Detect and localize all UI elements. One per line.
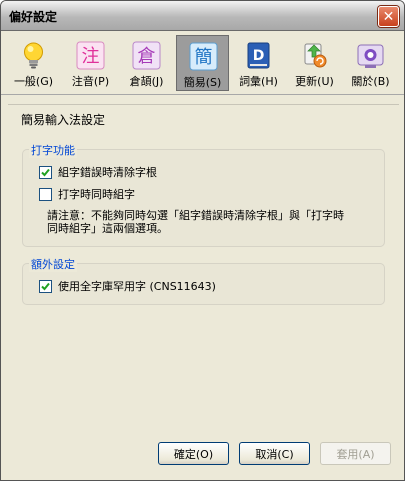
panel-divider <box>8 104 399 105</box>
window-title: 偏好設定 <box>9 10 58 24</box>
clear-radicals-option[interactable]: 組字錯誤時清除字根 <box>39 164 157 180</box>
tab-simplex[interactable]: 簡 簡易(S) <box>176 35 229 91</box>
clear-radicals-label: 組字錯誤時清除字根 <box>58 166 157 179</box>
tab-toolbar: 一般(G) 注 注音(P) 倉 倉頡(J) 簡 簡易(S) D 詞彙(H) 更新… <box>1 32 404 95</box>
tab-general[interactable]: 一般(G) <box>7 35 60 91</box>
cns11643-label: 使用全字庫罕用字 (CNS11643) <box>58 280 216 293</box>
tab-zhuyin-label: 注音(P) <box>71 75 110 88</box>
compose-while-typing-label: 打字時同時組字 <box>58 188 135 201</box>
tab-cangjie[interactable]: 倉 倉頡(J) <box>120 35 173 91</box>
svg-text:注: 注 <box>82 46 100 67</box>
tab-general-label: 一般(G) <box>13 75 54 88</box>
svg-text:倉: 倉 <box>138 46 156 67</box>
tab-about[interactable]: 關於(B) <box>344 35 397 91</box>
lightbulb-icon <box>24 42 43 69</box>
warning-note-line2: 同時組字」這兩個選項。 <box>47 222 168 235</box>
settings-panel: 簡易輸入法設定 打字功能 組字錯誤時清除字根 打字時同時組字 請注意：不能夠同時… <box>8 101 399 475</box>
checkmark-icon <box>41 282 50 290</box>
cancel-button[interactable]: 取消(C) <box>239 442 310 465</box>
typing-function-group: 打字功能 組字錯誤時清除字根 打字時同時組字 請注意：不能夠同時勾選「組字錯誤時… <box>22 142 385 247</box>
checkmark-icon <box>41 168 50 176</box>
simplex-icon: 簡 <box>189 42 218 71</box>
about-icon <box>357 44 384 68</box>
tab-about-label: 關於(B) <box>351 75 390 88</box>
typing-function-group-label: 打字功能 <box>29 142 77 158</box>
panel-heading: 簡易輸入法設定 <box>21 113 106 127</box>
preferences-window: 偏好設定 ✕ 一般(G) 注 注音(P) 倉 倉頡(J) 簡 簡易(S) D 詞… <box>0 0 405 481</box>
close-button[interactable]: ✕ <box>378 6 399 27</box>
cns11643-option[interactable]: 使用全字庫罕用字 (CNS11643) <box>39 278 216 294</box>
dictionary-icon: D <box>247 42 270 69</box>
extra-settings-group: 額外設定 使用全字庫罕用字 (CNS11643) <box>22 256 385 305</box>
tab-simplex-label: 簡易(S) <box>183 76 222 89</box>
tab-update[interactable]: 更新(U) <box>288 35 341 91</box>
close-icon: ✕ <box>382 8 395 25</box>
svg-text:簡: 簡 <box>195 47 213 68</box>
update-icon <box>304 43 327 68</box>
cangjie-icon: 倉 <box>132 41 161 70</box>
compose-while-typing-checkbox[interactable] <box>39 187 52 201</box>
cns11643-checkbox[interactable] <box>39 279 52 293</box>
tab-dictionary-label: 詞彙(H) <box>239 75 278 88</box>
tab-update-label: 更新(U) <box>295 75 334 88</box>
tab-zhuyin[interactable]: 注 注音(P) <box>64 35 117 91</box>
warning-note: 請注意：不能夠同時勾選「組字錯誤時清除字根」與「打字時 同時組字」這兩個選項。 <box>47 209 377 235</box>
clear-radicals-checkbox[interactable] <box>39 165 52 179</box>
svg-text:D: D <box>253 48 265 64</box>
apply-button[interactable]: 套用(A) <box>320 442 391 465</box>
tab-cangjie-label: 倉頡(J) <box>129 75 164 88</box>
title-bar: 偏好設定 ✕ <box>1 1 404 31</box>
compose-while-typing-option[interactable]: 打字時同時組字 <box>39 186 135 202</box>
warning-note-line1: 請注意：不能夠同時勾選「組字錯誤時清除字根」與「打字時 <box>47 209 344 222</box>
ok-button[interactable]: 確定(O) <box>158 442 229 465</box>
zhuyin-icon: 注 <box>76 41 105 70</box>
tab-dictionary[interactable]: D 詞彙(H) <box>232 35 285 91</box>
extra-settings-group-label: 額外設定 <box>29 256 77 272</box>
